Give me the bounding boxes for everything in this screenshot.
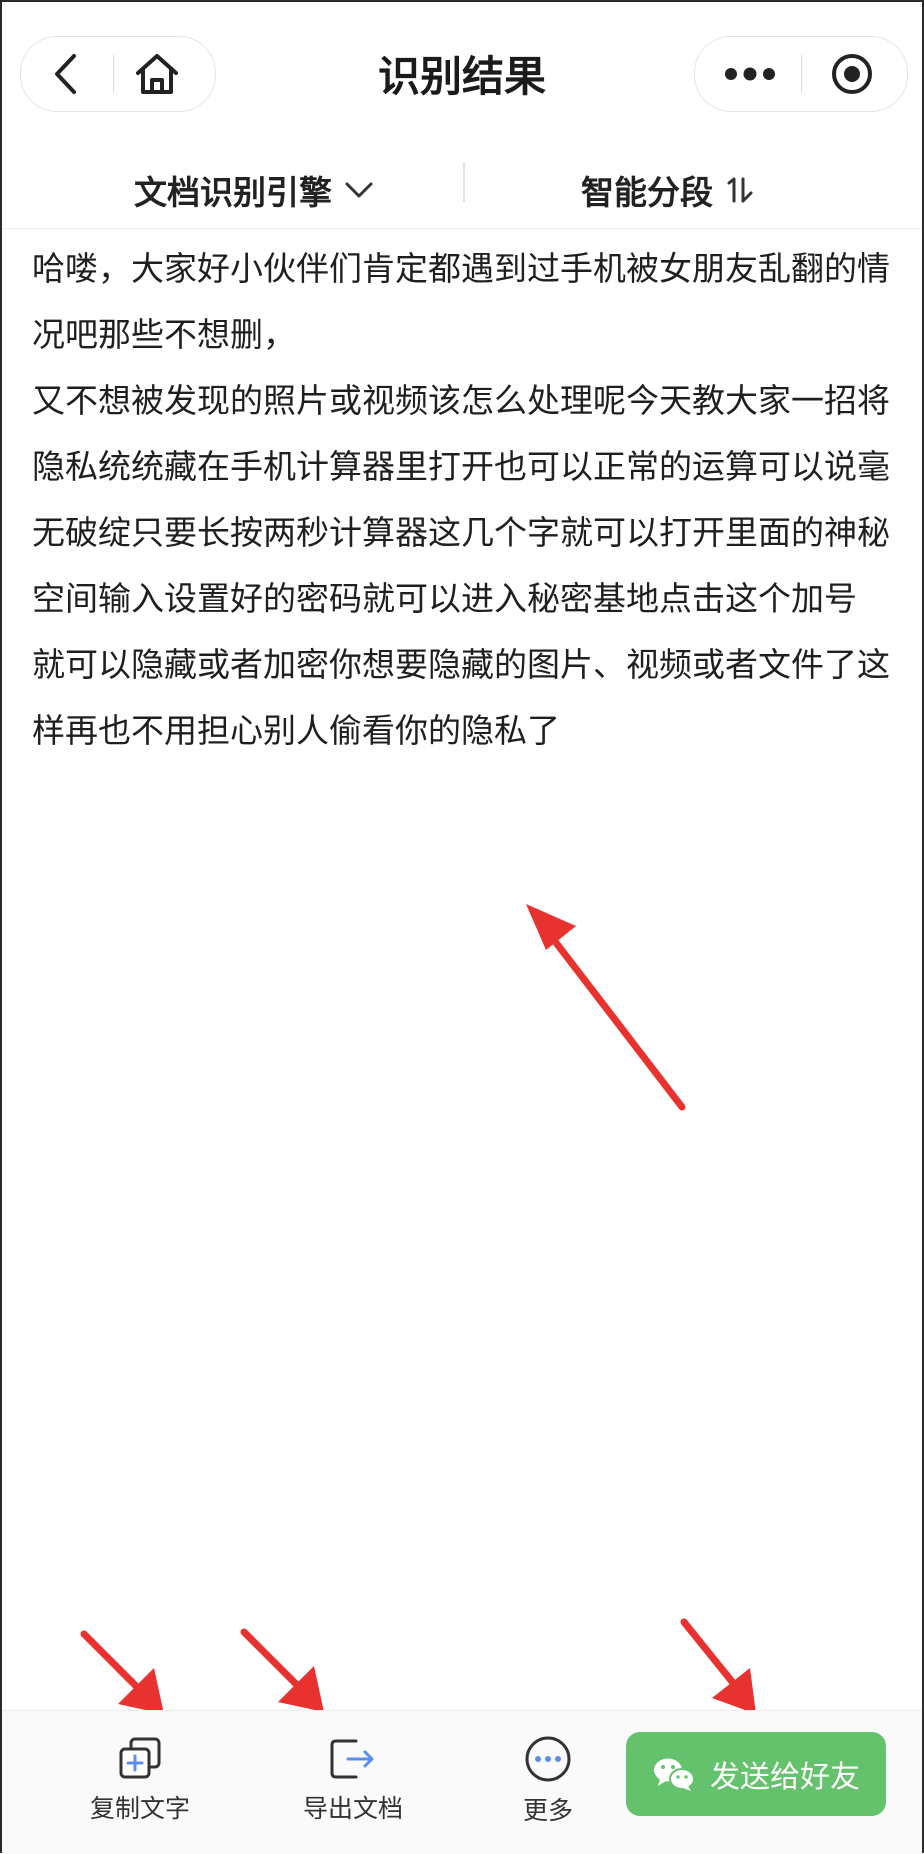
bottom-action-bar: 复制文字 导出文档 更多 发送给好友 bbox=[2, 1710, 922, 1854]
back-arrow-icon bbox=[55, 54, 76, 94]
sort-toggle-icon bbox=[727, 177, 753, 203]
header-bar: 识别结果 bbox=[2, 2, 922, 152]
annotation-arrow-copy bbox=[80, 1630, 164, 1714]
annotation-arrow-center bbox=[526, 904, 686, 1111]
target-icon bbox=[832, 54, 872, 94]
export-doc-label: 导出文档 bbox=[302, 1794, 403, 1823]
nav-capsule bbox=[20, 36, 216, 112]
page-title: 识别结果 bbox=[377, 52, 546, 101]
export-doc-button[interactable]: 导出文档 bbox=[283, 1735, 423, 1825]
wechat-icon bbox=[654, 1758, 695, 1791]
annotation-arrow-send bbox=[680, 1618, 756, 1714]
more-options-label: 更多 bbox=[522, 1796, 573, 1825]
text-paragraph: 又不想被发现的照片或视频该怎么处理呢今天教大家一招将隐私统统藏在手机计算器里打开… bbox=[32, 381, 890, 618]
recognized-text-area[interactable]: 哈喽，大家好小伙伴们肯定都遇到过手机被女朋友乱翻的情况吧那些不想删， 又不想被发… bbox=[32, 236, 904, 764]
send-to-friend-label: 发送给好友 bbox=[710, 1760, 860, 1795]
more-options-button[interactable]: 更多 bbox=[478, 1735, 618, 1827]
close-miniprogram-button[interactable] bbox=[815, 45, 889, 103]
copy-text-label: 复制文字 bbox=[89, 1794, 190, 1823]
engine-selector[interactable]: 文档识别引擎 bbox=[134, 152, 374, 228]
send-to-friend-button[interactable]: 发送给好友 bbox=[626, 1732, 886, 1816]
chevron-down-icon bbox=[345, 182, 373, 198]
copy-text-button[interactable]: 复制文字 bbox=[70, 1735, 210, 1825]
more-button[interactable] bbox=[713, 45, 787, 103]
home-button[interactable] bbox=[125, 45, 189, 103]
engine-label: 文档识别引擎 bbox=[134, 173, 332, 212]
back-button[interactable] bbox=[35, 45, 95, 103]
copy-plus-icon bbox=[119, 1737, 161, 1779]
text-paragraph: 哈喽，大家好小伙伴们肯定都遇到过手机被女朋友乱翻的情况吧那些不想删， bbox=[32, 249, 890, 354]
smart-segment-toggle[interactable]: 智能分段 bbox=[581, 152, 757, 228]
text-paragraph: 就可以隐藏或者加密你想要隐藏的图片、视频或者文件了这样再也不用担心别人偷看你的隐… bbox=[32, 645, 890, 750]
more-dots-icon bbox=[725, 67, 775, 81]
segment-label: 智能分段 bbox=[581, 173, 713, 212]
annotation-arrow-export bbox=[240, 1628, 324, 1712]
more-circle-icon bbox=[525, 1736, 571, 1782]
home-icon bbox=[136, 54, 178, 94]
toolbar-divider bbox=[463, 162, 465, 202]
menu-capsule bbox=[694, 36, 908, 112]
recognition-toolbar: 文档识别引擎 智能分段 bbox=[2, 152, 922, 229]
export-doc-icon bbox=[330, 1739, 374, 1779]
